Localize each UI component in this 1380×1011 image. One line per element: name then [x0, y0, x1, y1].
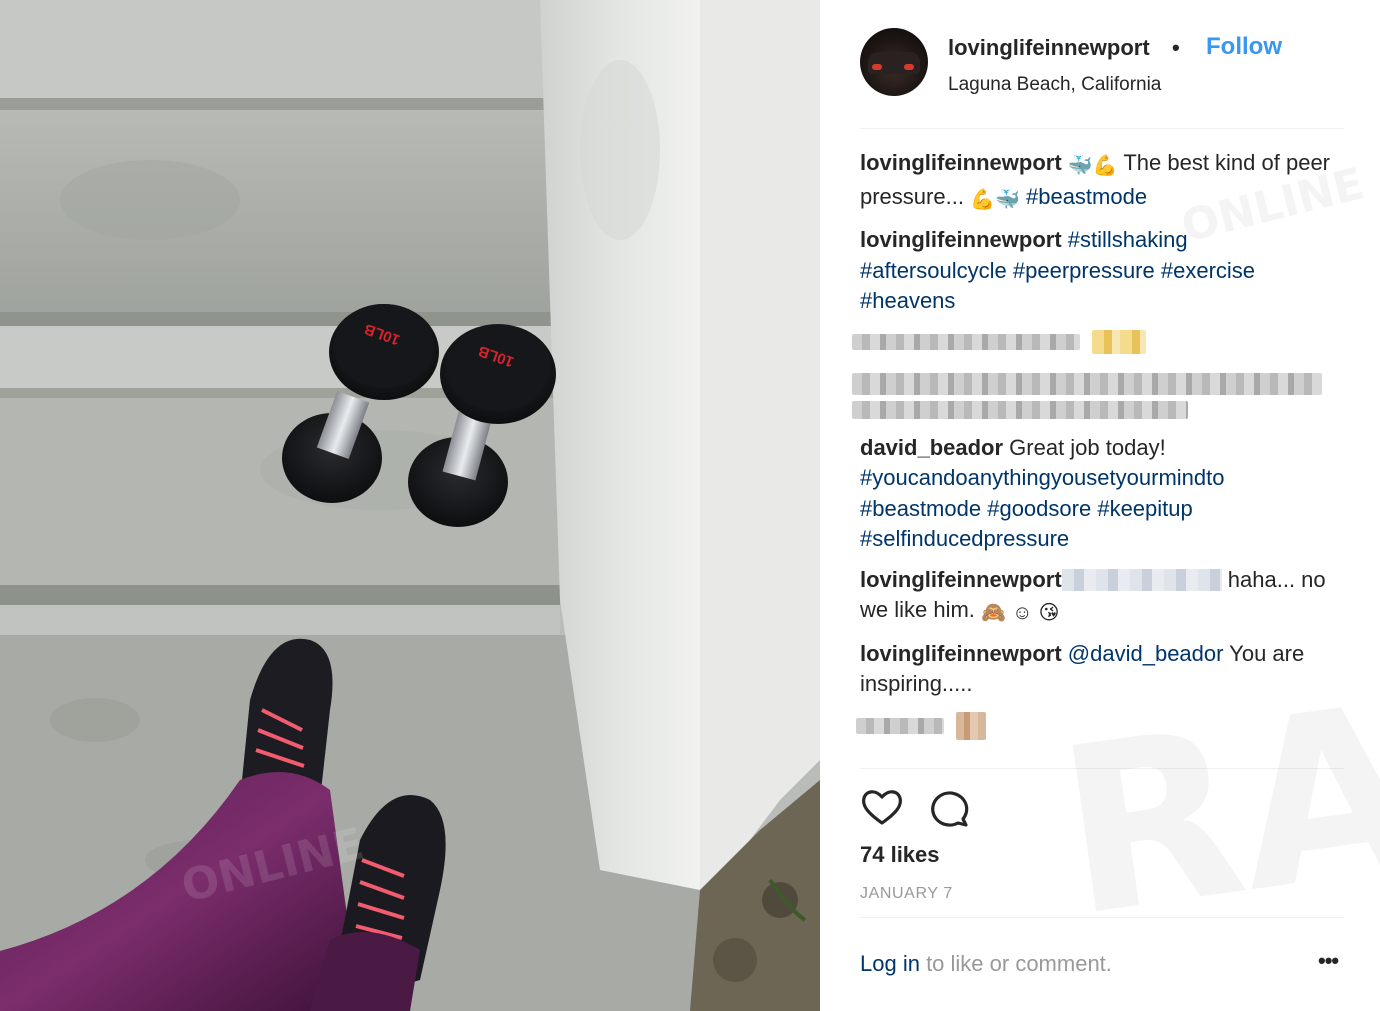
mention-link[interactable]: @david_beador	[1068, 641, 1224, 666]
comment: david_beador Great job today! #youcandoa…	[860, 433, 1340, 555]
comment: lovinglifeinnewport haha... no we like h…	[860, 565, 1340, 629]
comment-list: lovinglifeinnewport 🐳💪 The best kind of …	[852, 148, 1340, 750]
redacted-text	[856, 717, 944, 734]
comment-username[interactable]: lovinglifeinnewport	[860, 641, 1062, 666]
flexed-biceps-emoji: 💪	[970, 188, 995, 211]
hashtag-link[interactable]: #youcandoanythingyousetyourmindto	[860, 465, 1224, 490]
more-options-button[interactable]: •••	[1318, 948, 1339, 974]
hashtag-link[interactable]: #aftersoulcycle	[860, 258, 1007, 283]
header-divider	[860, 128, 1344, 129]
actions-divider	[860, 768, 1344, 769]
comment-text: Great job today!	[1003, 434, 1166, 460]
comment: lovinglifeinnewport #stillshaking #after…	[860, 225, 1340, 317]
blurred-comment	[852, 327, 1340, 357]
hashtag-link[interactable]: #selfinducedpressure	[860, 526, 1069, 551]
post-username[interactable]: lovinglifeinnewport	[948, 35, 1150, 61]
flexed-biceps-emoji: 💪	[1092, 155, 1118, 177]
whale-emoji: 🐳	[1067, 155, 1093, 177]
comment-username[interactable]: david_beador	[860, 435, 1003, 460]
instagram-post: 10LB 10LB lovinglifeinnewport • Follow L…	[0, 0, 1380, 1011]
hashtag-link[interactable]: #goodsore	[987, 496, 1091, 521]
login-link[interactable]: Log in	[860, 951, 920, 976]
hashtag-link[interactable]: #heavens	[860, 288, 955, 313]
footer-divider	[860, 917, 1344, 918]
location-link[interactable]: Laguna Beach, California	[948, 74, 1161, 96]
hashtag-link[interactable]: #stillshaking	[1068, 227, 1188, 252]
avatar[interactable]	[860, 28, 928, 96]
comment-username[interactable]: lovinglifeinnewport	[860, 150, 1062, 175]
login-text: to like or comment.	[919, 951, 1112, 976]
face-blowing-kiss-emoji: 😘	[1038, 602, 1060, 624]
redacted-emoji	[1092, 329, 1146, 354]
hashtag-link[interactable]: #keepitup	[1097, 496, 1192, 521]
comment-username[interactable]: lovinglifeinnewport	[860, 567, 1062, 592]
see-no-evil-monkey-emoji: 🙈	[981, 602, 1006, 624]
comment-username[interactable]: lovinglifeinnewport	[860, 227, 1062, 252]
likes-count[interactable]: 74 likes	[860, 842, 940, 868]
hashtag-link[interactable]: #peerpressure	[1013, 258, 1155, 283]
post-photo[interactable]: 10LB 10LB	[0, 0, 820, 1011]
redacted-text	[852, 333, 1080, 350]
redacted-text	[852, 372, 1322, 395]
post-date[interactable]: JANUARY 7	[860, 885, 953, 903]
hashtag-link[interactable]: #exercise	[1161, 258, 1255, 283]
login-prompt: Log in to like or comment.	[860, 951, 1112, 977]
blurred-comment	[856, 710, 1340, 740]
comment: lovinglifeinnewport @david_beador You ar…	[860, 639, 1340, 700]
blurred-comment	[852, 367, 1340, 423]
hashtag-link[interactable]: #beastmode	[1026, 184, 1147, 209]
redacted-text	[852, 400, 1188, 419]
photo-scene: 10LB 10LB	[0, 0, 820, 1011]
heart-icon[interactable]	[860, 786, 904, 830]
caption: lovinglifeinnewport 🐳💪 The best kind of …	[860, 148, 1340, 215]
redacted-emoji	[956, 711, 986, 740]
redacted-mention	[1061, 568, 1222, 591]
hashtag-link[interactable]: #beastmode	[860, 496, 981, 521]
post-header: lovinglifeinnewport • Follow Laguna Beac…	[820, 0, 1380, 128]
post-sidebar: lovinglifeinnewport • Follow Laguna Beac…	[820, 0, 1380, 1011]
whale-emoji: 🐳	[994, 188, 1020, 211]
comment-icon[interactable]	[928, 786, 972, 830]
header-separator: •	[1172, 35, 1180, 60]
smiling-face-emoji: ☺	[1012, 602, 1033, 624]
follow-button[interactable]: Follow	[1206, 33, 1282, 61]
